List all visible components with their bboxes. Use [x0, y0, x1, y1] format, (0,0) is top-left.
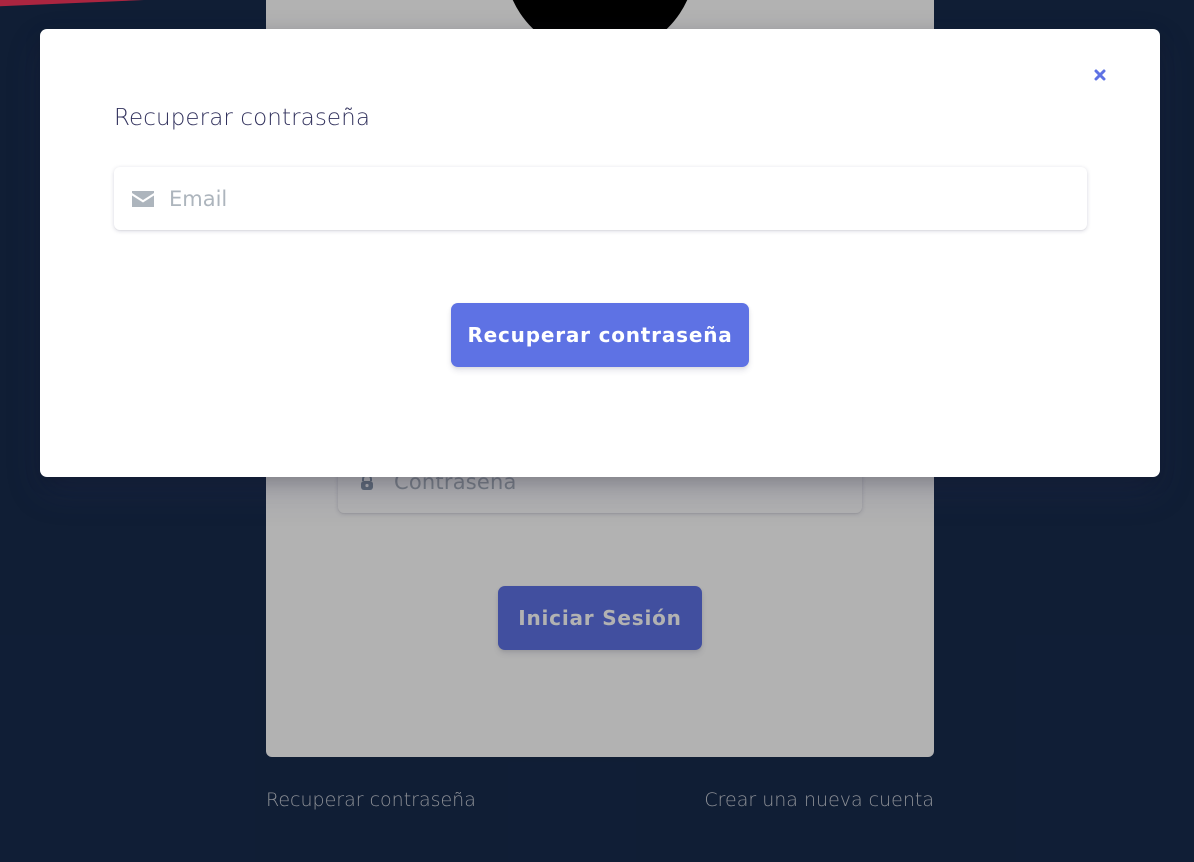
- email-input[interactable]: [169, 167, 1087, 230]
- envelope-icon: [132, 190, 154, 208]
- close-icon: [1094, 66, 1106, 85]
- recover-password-button[interactable]: Recuperar contraseña: [451, 303, 749, 367]
- email-field-group: [114, 167, 1087, 230]
- close-button[interactable]: [1090, 65, 1110, 85]
- recover-password-modal: Recuperar contraseña Recuperar contraseñ…: [40, 29, 1160, 477]
- modal-title: Recuperar contraseña: [114, 105, 371, 131]
